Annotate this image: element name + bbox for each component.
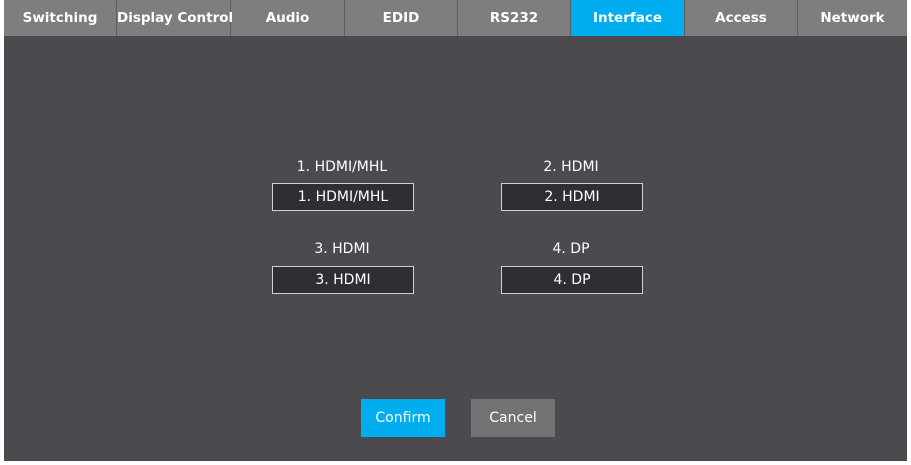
- tab-rs232[interactable]: RS232: [458, 0, 571, 36]
- tab-access[interactable]: Access: [685, 0, 798, 36]
- tab-edid[interactable]: EDID: [345, 0, 458, 36]
- tab-interface[interactable]: Interface: [571, 0, 685, 36]
- interface-1-name-input[interactable]: [272, 183, 414, 211]
- confirm-button[interactable]: Confirm: [361, 399, 445, 437]
- interface-4-name-input[interactable]: [501, 266, 643, 294]
- tab-bar: Switching Display Control Audio EDID RS2…: [4, 0, 907, 36]
- interface-2-label: 2. HDMI: [543, 159, 599, 175]
- cancel-button[interactable]: Cancel: [471, 399, 555, 437]
- interface-panel: Switching Display Control Audio EDID RS2…: [4, 0, 907, 461]
- interface-3-label: 3. HDMI: [314, 241, 370, 257]
- tab-audio[interactable]: Audio: [231, 0, 345, 36]
- tab-display-control[interactable]: Display Control: [117, 0, 233, 36]
- interface-1-label: 1. HDMI/MHL: [296, 159, 388, 175]
- interface-2-name-input[interactable]: [501, 183, 643, 211]
- tab-network[interactable]: Network: [798, 0, 907, 36]
- tab-switching[interactable]: Switching: [4, 0, 117, 36]
- interface-4-label: 4. DP: [552, 241, 590, 257]
- interface-3-name-input[interactable]: [272, 266, 414, 294]
